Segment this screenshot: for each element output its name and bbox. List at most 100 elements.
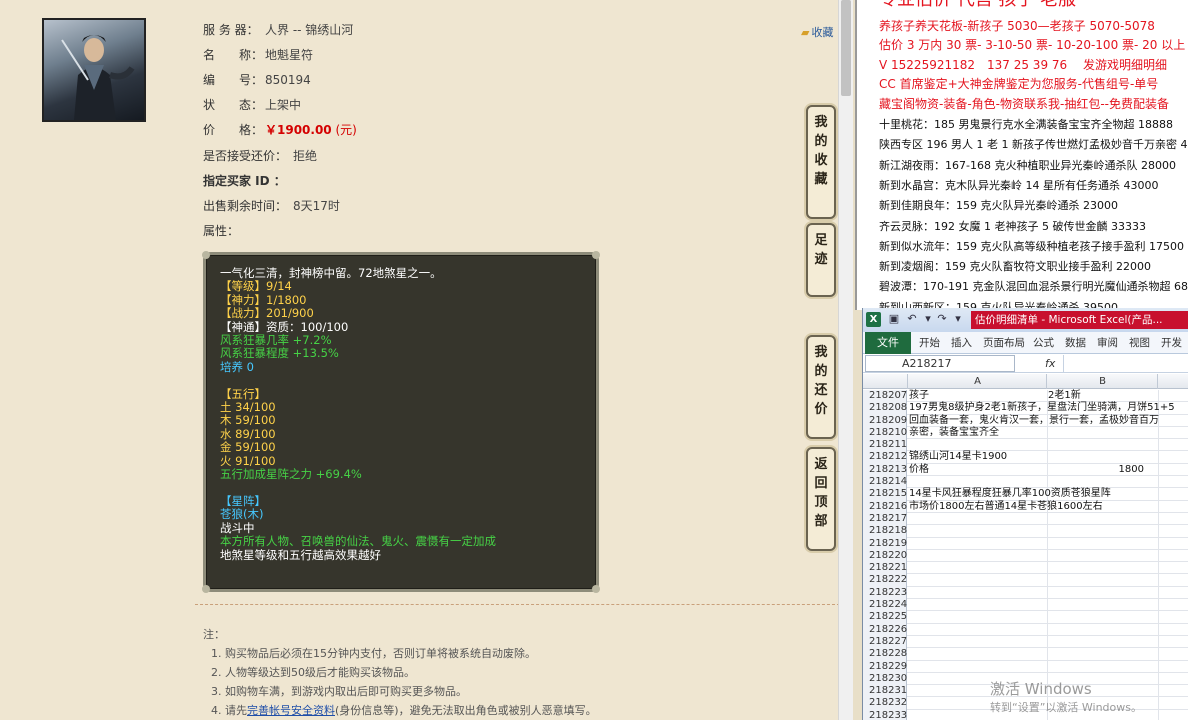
footprint-button[interactable]: 足 迹: [806, 223, 836, 297]
cell-b[interactable]: 2老1新: [1048, 390, 1144, 402]
page-scrollbar[interactable]: [838, 0, 853, 720]
doc-promo-line: 养孩子养天花板-新孩子 5030—老孩子 5070-5078: [879, 19, 1155, 33]
row-number[interactable]: 218211: [863, 439, 907, 452]
row-number[interactable]: 218229: [863, 660, 907, 673]
back-to-top-label: 返 回 顶 部: [814, 457, 828, 529]
section-divider: [195, 604, 840, 605]
description-line: 水 89/100: [220, 426, 276, 441]
page-scrollbar-thumb[interactable]: [841, 0, 851, 96]
spreadsheet-row[interactable]: 218215 14星卡风狂暴程度狂暴几率100资质苍狼星阵: [863, 488, 1188, 501]
formula-input[interactable]: [1063, 355, 1188, 372]
account-security-link[interactable]: 完善帐号安全资料: [247, 704, 335, 717]
spreadsheet-grid[interactable]: 218207 孩子 2老1新 218208 197男鬼8级护身2老1新孩子，星盘法门坐骑…: [863, 390, 1188, 720]
row-number[interactable]: 218226: [863, 623, 907, 636]
row-number[interactable]: 218224: [863, 599, 907, 612]
row-number[interactable]: 218232: [863, 697, 907, 710]
server-label: 服 务 器：: [203, 23, 259, 37]
row-number[interactable]: 218222: [863, 574, 907, 587]
row-number[interactable]: 218207: [863, 390, 907, 403]
row-number[interactable]: 218217: [863, 512, 907, 526]
spreadsheet-row[interactable]: 218225: [863, 611, 1188, 624]
notes-title: 注：: [203, 628, 225, 641]
spreadsheet-row[interactable]: 218209 回血装备一套，鬼火肯汉一套，景行一套，孟极妙音百万: [863, 414, 1188, 427]
spreadsheet-row[interactable]: 218217: [863, 512, 1188, 526]
spreadsheet-row[interactable]: 218208 197男鬼8级护身2老1新孩子，星盘法门坐骑满，月饼51+5: [863, 402, 1188, 415]
spreadsheet-row[interactable]: 218207 孩子 2老1新: [863, 390, 1188, 403]
cell-a[interactable]: 197男鬼8级护身2老1新孩子，星盘法门坐骑满，月饼51+5: [909, 402, 1175, 414]
row-number[interactable]: 218223: [863, 586, 907, 600]
row-number[interactable]: 218210: [863, 426, 907, 440]
spreadsheet-row[interactable]: 218223: [863, 586, 1188, 600]
row-number[interactable]: 218233: [863, 709, 907, 720]
spreadsheet-row[interactable]: 218213 价格 1800: [863, 463, 1188, 477]
row-number[interactable]: 218218: [863, 525, 907, 538]
spreadsheet-row[interactable]: 218210 亲密，装备宝宝齐全: [863, 426, 1188, 440]
spreadsheet-row[interactable]: 218219: [863, 537, 1188, 550]
tab-developer[interactable]: 开发工: [1161, 332, 1188, 371]
my-bargains-button[interactable]: 我 的 还 价: [806, 335, 836, 439]
spreadsheet-row[interactable]: 218211: [863, 439, 1188, 452]
customize-toolbar-icon[interactable]: ▾: [951, 312, 965, 326]
favorite-link[interactable]: ▰ 收藏: [801, 24, 833, 40]
tab-formulas[interactable]: 公式: [1033, 332, 1054, 354]
row-number[interactable]: 218227: [863, 635, 907, 649]
spreadsheet-row[interactable]: 218226: [863, 623, 1188, 636]
cell-a[interactable]: 价格: [909, 464, 929, 476]
redo-icon[interactable]: ↷: [935, 312, 949, 326]
dropdown-icon[interactable]: ▾: [921, 312, 935, 326]
row-number[interactable]: 218208: [863, 402, 907, 415]
column-header-a[interactable]: A: [909, 374, 1047, 389]
row-number[interactable]: 218225: [863, 611, 907, 624]
save-icon[interactable]: ▣: [887, 312, 901, 326]
tab-view[interactable]: 视图: [1129, 332, 1150, 354]
spreadsheet-row[interactable]: 218229: [863, 660, 1188, 673]
row-number[interactable]: 218215: [863, 488, 907, 501]
row-number[interactable]: 218230: [863, 672, 907, 686]
tab-file[interactable]: 文件: [865, 332, 911, 354]
row-number[interactable]: 218221: [863, 562, 907, 575]
row-number[interactable]: 218220: [863, 549, 907, 563]
time-left-value: 8天17时: [293, 199, 340, 213]
spreadsheet-row[interactable]: 218216 市场价1800左右普通14星卡苍狼1600左右: [863, 500, 1188, 513]
row-number[interactable]: 218219: [863, 537, 907, 550]
cell-a[interactable]: 锦绣山河14星卡1900: [909, 451, 1007, 463]
cell-a[interactable]: 亲密，装备宝宝齐全: [909, 427, 999, 439]
cell-a[interactable]: 孩子: [909, 390, 929, 402]
spreadsheet-row[interactable]: 218218: [863, 525, 1188, 538]
row-number[interactable]: 218216: [863, 500, 907, 513]
doc-listing-line: 碧波潭：170-191 克金队混回血混杀景行明光魔仙通杀物超 68: [879, 280, 1188, 294]
spreadsheet-row[interactable]: 218220: [863, 549, 1188, 563]
row-number[interactable]: 218213: [863, 463, 907, 477]
select-all-corner[interactable]: [863, 374, 908, 389]
back-to-top-button[interactable]: 返 回 顶 部: [806, 447, 836, 551]
spreadsheet-row[interactable]: 218227: [863, 635, 1188, 649]
spreadsheet-row[interactable]: 218221: [863, 562, 1188, 575]
tab-data[interactable]: 数据: [1065, 332, 1086, 354]
cell-a[interactable]: 回血装备一套，鬼火肯汉一套，景行一套，孟极妙音百万: [909, 415, 1159, 427]
name-box[interactable]: A218217: [865, 355, 1015, 372]
tab-review[interactable]: 审阅: [1097, 332, 1118, 354]
function-icon[interactable]: fx: [1045, 355, 1055, 372]
description-line: 【神通】资质：100/100: [220, 319, 349, 334]
row-number[interactable]: 218209: [863, 414, 907, 427]
row-number[interactable]: 218212: [863, 451, 907, 464]
tab-insert[interactable]: 插入: [951, 332, 972, 354]
spreadsheet-row[interactable]: 218228: [863, 648, 1188, 661]
undo-icon[interactable]: ↶: [905, 312, 919, 326]
spreadsheet-row[interactable]: 218214: [863, 476, 1188, 489]
doc-listing-line: 陕西专区 196 男人 1 老 1 新孩子传世燃灯孟极妙音千万亲密 4: [879, 138, 1188, 152]
spreadsheet-row[interactable]: 218224: [863, 599, 1188, 612]
row-number[interactable]: 218231: [863, 685, 907, 698]
cell-a[interactable]: 市场价1800左右普通14星卡苍狼1600左右: [909, 501, 1103, 513]
my-favorites-label: 我 的 收 藏: [814, 115, 828, 187]
tab-home[interactable]: 开始: [919, 332, 940, 354]
cell-a[interactable]: 14星卡风狂暴程度狂暴几率100资质苍狼星阵: [909, 488, 1111, 500]
column-header-b[interactable]: B: [1048, 374, 1158, 389]
spreadsheet-row[interactable]: 218222: [863, 574, 1188, 587]
row-number[interactable]: 218214: [863, 476, 907, 489]
spreadsheet-row[interactable]: 218212 锦绣山河14星卡1900: [863, 451, 1188, 464]
my-favorites-button[interactable]: 我 的 收 藏: [806, 105, 836, 219]
row-number[interactable]: 218228: [863, 648, 907, 661]
cell-b[interactable]: 1800: [1048, 464, 1144, 476]
tab-page-layout[interactable]: 页面布局: [983, 332, 1025, 354]
